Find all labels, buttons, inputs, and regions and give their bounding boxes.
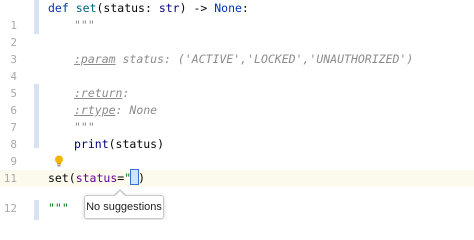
popup-pointer-fill bbox=[115, 191, 125, 196]
code-text: def set(status: str) -> None: bbox=[48, 0, 249, 17]
doc-rtype-text: : None bbox=[115, 103, 158, 117]
lightbulb-icon[interactable] bbox=[54, 155, 64, 167]
call-open: set( bbox=[48, 171, 76, 185]
keyword-argument: status bbox=[75, 171, 118, 185]
code-line[interactable]: def set(status: str) -> None: bbox=[0, 0, 474, 17]
current-code-line[interactable]: 11 set(status=") bbox=[0, 169, 474, 187]
string-quotes: """ bbox=[48, 201, 69, 215]
doc-return-text: : bbox=[122, 86, 130, 100]
signature-colon: : bbox=[241, 1, 249, 15]
code-line[interactable]: 7 """ bbox=[0, 119, 474, 136]
no-suggestions-popup: No suggestions bbox=[84, 195, 164, 219]
doc-tag-param: :param bbox=[74, 52, 116, 66]
line-number: 3 bbox=[10, 53, 17, 66]
code-line[interactable]: 5 :return: bbox=[0, 85, 474, 102]
call-close: ) bbox=[138, 171, 146, 185]
code-line[interactable]: 8 print(status) bbox=[0, 136, 474, 153]
line-number: 11 bbox=[3, 172, 17, 185]
docstring-text: :rtype: None bbox=[74, 102, 157, 119]
code-line[interactable]: 9 bbox=[0, 153, 474, 170]
line-number: 2 bbox=[10, 36, 17, 49]
signature-open: (status: bbox=[96, 1, 159, 15]
doc-param-text: status: ('ACTIVE','LOCKED','UNAUTHORIZED… bbox=[115, 52, 414, 66]
signature-close: ) -> bbox=[179, 1, 215, 15]
builtin-print: print bbox=[74, 137, 109, 151]
type-hint: str bbox=[158, 1, 180, 15]
line-number: 1 bbox=[10, 19, 17, 32]
keyword-def: def bbox=[48, 1, 69, 15]
code-text: set(status=") bbox=[48, 169, 146, 187]
line-number: 5 bbox=[10, 87, 17, 100]
doc-tag-return: :return bbox=[74, 86, 123, 100]
code-line[interactable]: 2 bbox=[0, 34, 474, 51]
line-number: 4 bbox=[10, 70, 17, 83]
code-text: print(status) bbox=[74, 136, 164, 153]
docstring-quotes: """ bbox=[74, 18, 95, 32]
docstring-text: :param status: ('ACTIVE','LOCKED','UNAUT… bbox=[74, 51, 413, 68]
code-line[interactable]: 12 """ bbox=[0, 200, 474, 217]
code-line[interactable]: 1 """ bbox=[0, 17, 474, 34]
return-type: None bbox=[214, 1, 242, 15]
docstring-text: :return: bbox=[74, 85, 129, 102]
line-number: 9 bbox=[10, 155, 17, 168]
code-line[interactable]: 3 :param status: ('ACTIVE','LOCKED','UNA… bbox=[0, 51, 474, 68]
function-name: set bbox=[75, 1, 97, 15]
line-number: 7 bbox=[10, 121, 17, 134]
line-number: 12 bbox=[3, 202, 17, 215]
code-editor[interactable]: def set(status: str) -> None: 1 """ 2 3 … bbox=[0, 0, 474, 220]
docstring-quotes: """ bbox=[74, 120, 95, 134]
line-number: 8 bbox=[10, 138, 17, 151]
line-number: 6 bbox=[10, 104, 17, 117]
code-line[interactable]: 6 :rtype: None bbox=[0, 102, 474, 119]
doc-tag-rtype: :rtype bbox=[74, 103, 116, 117]
string-quote: " bbox=[124, 171, 132, 185]
code-line[interactable]: 4 bbox=[0, 68, 474, 85]
text-caret bbox=[130, 169, 140, 185]
print-args: (status) bbox=[108, 137, 165, 151]
